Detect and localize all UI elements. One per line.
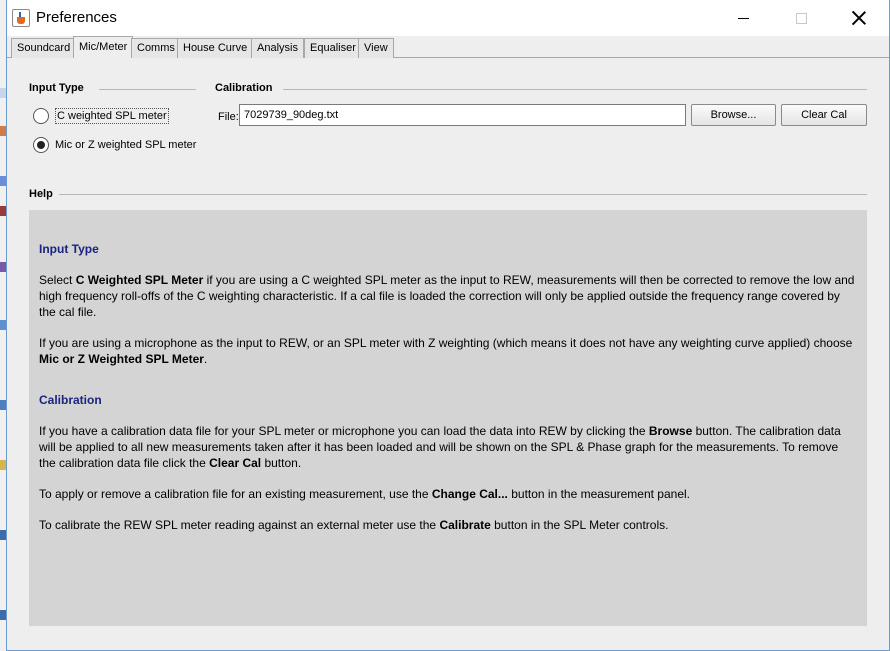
- tab-equaliser[interactable]: Equaliser: [304, 38, 362, 58]
- calibration-divider: [283, 89, 867, 90]
- radio-button[interactable]: [33, 108, 49, 124]
- maximize-button[interactable]: [778, 0, 824, 36]
- radio-c-weighted[interactable]: C weighted SPL meter: [33, 108, 169, 124]
- help-title: Help: [29, 188, 53, 200]
- help-paragraph: If you are using a microphone as the inp…: [39, 336, 853, 366]
- minimize-icon: [737, 17, 749, 19]
- tab-comms[interactable]: Comms: [131, 38, 181, 58]
- file-label: File:: [218, 111, 239, 123]
- minimize-button[interactable]: [720, 0, 766, 36]
- browse-button[interactable]: Browse...: [691, 104, 776, 126]
- cal-file-field[interactable]: [239, 104, 686, 126]
- tab-analysis[interactable]: Analysis: [251, 38, 304, 58]
- tab-mic-meter[interactable]: Mic/Meter: [73, 36, 134, 59]
- help-divider: [59, 194, 867, 195]
- help-paragraph: Select C Weighted SPL Meter if you are u…: [39, 273, 855, 319]
- radio-mic-z-weighted[interactable]: Mic or Z weighted SPL meter: [33, 137, 196, 153]
- radio-mic-z-weighted-label: Mic or Z weighted SPL meter: [55, 139, 197, 151]
- help-panel: Input Type Select C Weighted SPL Meter i…: [29, 210, 867, 626]
- input-type-divider: [99, 89, 196, 90]
- tab-soundcard[interactable]: Soundcard: [11, 38, 77, 58]
- preferences-window: Preferences Soundcard Mic/Meter Comms Ho…: [6, 0, 890, 651]
- help-calibration-heading: Calibration: [39, 393, 102, 407]
- help-paragraph: To apply or remove a calibration file fo…: [39, 487, 691, 501]
- calibration-title: Calibration: [215, 82, 273, 94]
- help-input-type-heading: Input Type: [39, 242, 99, 256]
- close-icon: [852, 11, 866, 25]
- window-title: Preferences: [36, 9, 117, 26]
- close-button[interactable]: [836, 0, 882, 36]
- radio-c-weighted-label: C weighted SPL meter: [55, 108, 169, 124]
- tab-view[interactable]: View: [358, 38, 394, 58]
- java-app-icon: [12, 9, 30, 27]
- mic-meter-panel: Input Type C weighted SPL meter Mic or Z…: [7, 58, 889, 650]
- tab-house-curve[interactable]: House Curve: [177, 38, 254, 58]
- input-type-title: Input Type: [29, 82, 84, 94]
- clear-cal-button[interactable]: Clear Cal: [781, 104, 867, 126]
- tab-strip: Soundcard Mic/Meter Comms House Curve An…: [7, 36, 889, 59]
- maximize-icon: [795, 12, 807, 24]
- radio-button-selected[interactable]: [33, 137, 49, 153]
- title-bar[interactable]: Preferences: [7, 0, 889, 36]
- help-paragraph: If you have a calibration data file for …: [39, 424, 841, 470]
- help-paragraph: To calibrate the REW SPL meter reading a…: [39, 518, 669, 532]
